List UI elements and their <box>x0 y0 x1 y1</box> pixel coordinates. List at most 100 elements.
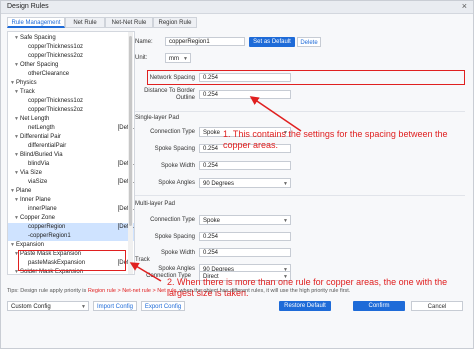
unit-label: Unit: <box>135 55 148 61</box>
tree-item[interactable]: otherClearance <box>8 70 134 79</box>
divider <box>135 111 465 112</box>
restore-default-button[interactable]: Restore Default <box>279 301 331 311</box>
distance-border-label: Distance To Border Outline <box>144 88 195 101</box>
multi-spoke-angles-label: Spoke Angles <box>158 266 195 272</box>
tree-scroll-thumb[interactable] <box>129 36 132 226</box>
tree-item[interactable]: -copperRegion1 <box>8 232 134 241</box>
track-title: Track <box>135 257 150 263</box>
tree-item-label: viaSize <box>28 179 48 185</box>
chevron-down-icon: ▼ <box>283 181 288 187</box>
tree-item-label: Other Spacing <box>20 62 59 68</box>
rule-editor: Name: copperRegion1 Set as Default Delet… <box>135 31 467 274</box>
tip-text-b: , when the object has different rules, i… <box>176 288 351 294</box>
bottom-bar: Custom Config ▼ Import Config Export Con… <box>7 299 469 313</box>
tree-item-label: Track <box>20 89 35 95</box>
tree-item[interactable]: ▼Copper Zone <box>8 214 134 223</box>
multi-spoke-spacing-label: Spoke Spacing <box>154 234 195 240</box>
tab-net-net-rule[interactable]: Net-Net Rule <box>105 17 153 28</box>
tree-item-label: Expansion <box>16 242 45 248</box>
unit-select[interactable]: mm ▼ <box>165 53 191 63</box>
tree-item[interactable]: copperThickness2oz <box>8 52 134 61</box>
export-config-button[interactable]: Export Config <box>141 301 185 311</box>
tree-item[interactable]: ▼Physics <box>8 79 134 88</box>
single-conn-type-value: Spoke <box>203 130 221 136</box>
close-icon[interactable]: × <box>462 1 467 11</box>
tree-item[interactable]: ▼Inner Plane <box>8 196 134 205</box>
multi-conn-type-value: Spoke <box>203 218 221 224</box>
tree-item-label: Differential Pair <box>20 134 61 140</box>
tree-item-label: copperRegion <box>28 224 66 230</box>
tree-item[interactable]: netLength[Default] <box>8 124 134 133</box>
tree-item[interactable]: ▼Other Spacing <box>8 61 134 70</box>
config-select[interactable]: Custom Config ▼ <box>7 301 89 311</box>
multi-conn-type-label: Connection Type <box>150 217 195 223</box>
tree-item[interactable]: copperThickness2oz <box>8 106 134 115</box>
tree-item-label: otherClearance <box>28 71 70 77</box>
multi-spoke-spacing-input[interactable]: 0.254 <box>199 232 291 241</box>
tree-item[interactable]: viaSize[Default] <box>8 178 134 187</box>
set-default-button[interactable]: Set as Default <box>249 37 295 47</box>
single-spoke-angles-label: Spoke Angles <box>158 180 195 186</box>
tree-item[interactable]: copperThickness1oz <box>8 43 134 52</box>
tree-item[interactable]: innerPlane[Default] <box>8 205 134 214</box>
distance-border-input[interactable]: 0.254 <box>199 90 291 99</box>
single-spoke-angles-select[interactable]: 90 Degrees ▼ <box>199 178 291 188</box>
single-conn-type-label: Connection Type <box>150 129 195 135</box>
tree-item[interactable]: ▼Via Size <box>8 169 134 178</box>
design-rules-window: Design Rules × Rule Management Net Rule … <box>0 0 474 349</box>
tree-item[interactable]: copperThickness1oz <box>8 97 134 106</box>
tree-item-label: Physics <box>16 80 37 86</box>
single-spoke-width-input[interactable]: 0.254 <box>199 161 291 170</box>
tip-priority: Region rule > Net-net rule > Net rule <box>87 288 177 294</box>
tree-item[interactable]: ▼Safe Spacing <box>8 34 134 43</box>
multi-spoke-width-input[interactable]: 0.254 <box>199 248 291 257</box>
name-input[interactable]: copperRegion1 <box>165 37 245 46</box>
chevron-down-icon: ▼ <box>183 56 188 62</box>
tab-region-rule[interactable]: Region Rule <box>153 17 197 28</box>
tree-item-label: blindVia <box>28 161 50 167</box>
delete-button[interactable]: Delete <box>297 37 321 47</box>
single-spoke-spacing-label: Spoke Spacing <box>154 146 195 152</box>
tree-item-label: Net Length <box>20 116 50 122</box>
confirm-button[interactable]: Confirm <box>353 301 405 311</box>
tree-item[interactable]: ▼Net Length <box>8 115 134 124</box>
tree-item-label: copperThickness2oz <box>28 107 84 113</box>
tree-item[interactable]: differentialPair <box>8 142 134 151</box>
tree-item-label: copperThickness2oz <box>28 53 84 59</box>
tree-item[interactable]: ▼Differential Pair <box>8 133 134 142</box>
tree-item[interactable]: copperRegion[Default] <box>8 223 134 232</box>
annotation-note-1: 1. This contains the settings for the sp… <box>223 129 448 150</box>
tree-item[interactable]: ▼Blind/Buried Via <box>8 151 134 160</box>
tree-item-label: netLength <box>28 125 55 131</box>
title-bar: Design Rules × <box>1 1 473 14</box>
single-spoke-angles-value: 90 Degrees <box>203 181 235 187</box>
copper-region-highlight <box>18 250 126 271</box>
tree-item-label: Inner Plane <box>20 197 51 203</box>
tree-item[interactable]: blindVia[Default] <box>8 160 134 169</box>
rule-tree: ▼Solder Mask Expansion pasteMaskExpansion… <box>7 31 135 275</box>
window-title: Design Rules <box>7 3 49 10</box>
name-label: Name: <box>135 39 153 45</box>
chevron-down-icon: ▼ <box>81 304 86 310</box>
import-config-button[interactable]: Import Config <box>93 301 137 311</box>
cancel-button[interactable]: Cancel <box>411 301 463 311</box>
tree-item[interactable]: ▼Expansion <box>8 241 134 250</box>
tree-item-label: Plane <box>16 188 32 194</box>
divider <box>135 195 465 196</box>
tab-net-rule[interactable]: Net Rule <box>65 17 105 28</box>
multi-spoke-width-label: Spoke Width <box>160 250 195 256</box>
multi-conn-type-select[interactable]: Spoke ▼ <box>199 215 291 225</box>
tree-item-label: Via Size <box>20 170 42 176</box>
config-value: Custom Config <box>11 304 51 310</box>
single-layer-title: Single-layer Pad <box>135 115 180 121</box>
tree-item-label: differentialPair <box>28 143 67 149</box>
footer-tip: Tips: Design rule apply priority is Regi… <box>7 288 350 294</box>
tab-rule-management[interactable]: Rule Management <box>7 17 65 28</box>
tree-item-label: Safe Spacing <box>20 35 56 41</box>
tree-item-label: copperThickness1oz <box>28 98 84 104</box>
single-spoke-width-label: Spoke Width <box>160 163 195 169</box>
tree-item[interactable]: ▼Plane <box>8 187 134 196</box>
tree-item[interactable]: ▼Track <box>8 88 134 97</box>
tree-item-label: Blind/Buried Via <box>20 152 63 158</box>
tree-item-label: -copperRegion1 <box>28 233 71 239</box>
